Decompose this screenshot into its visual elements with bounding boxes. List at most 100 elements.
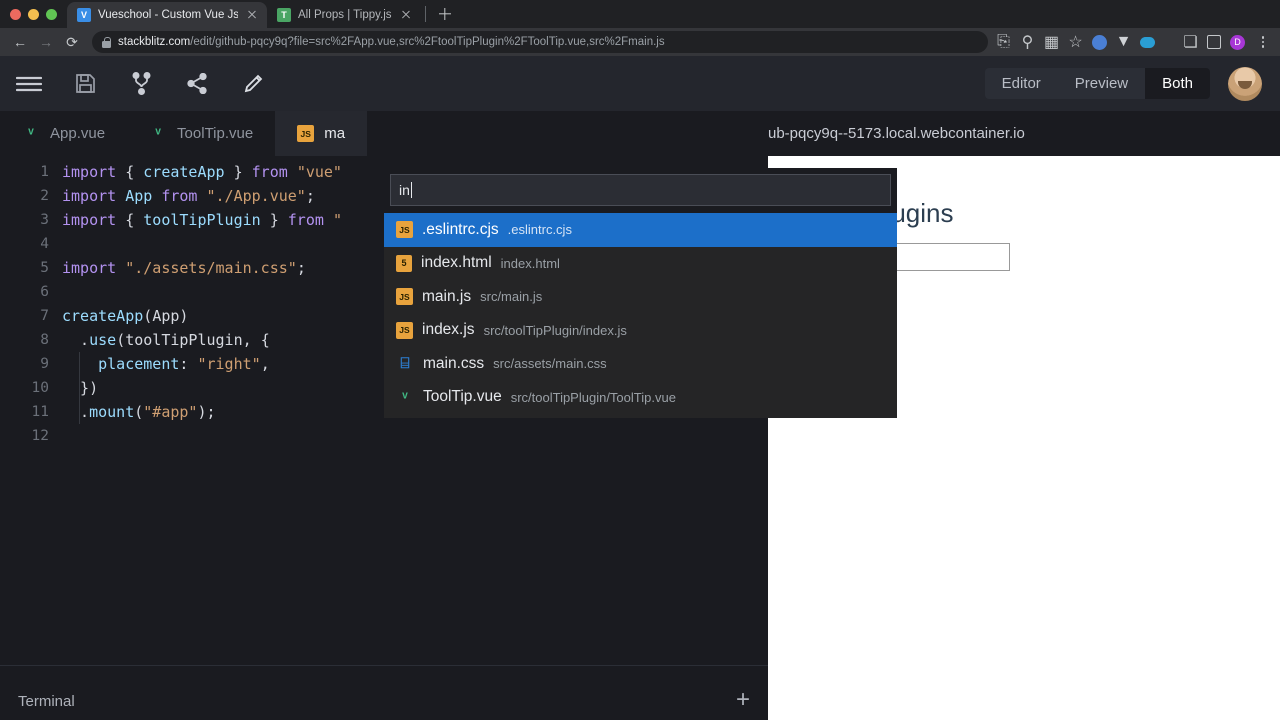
browser-tab-vueschool[interactable]: V Vueschool - Custom Vue Js 3 [67, 2, 267, 28]
avatar[interactable] [1228, 66, 1262, 101]
code-token: from [161, 187, 207, 205]
js-file-icon: JS [297, 125, 315, 142]
file-tab-tooltip-vue[interactable]: ᵛ ToolTip.vue [127, 111, 275, 156]
code-token: from [251, 163, 297, 181]
line-number: 7 [40, 308, 49, 324]
share-icon[interactable] [182, 69, 212, 99]
code-token: placement [98, 355, 180, 373]
browser-menu-icon[interactable] [1254, 36, 1272, 48]
js-file-icon: JS [396, 288, 413, 306]
code-token: "./App.vue" [206, 187, 306, 205]
line-number: 5 [40, 260, 49, 276]
quick-open-result[interactable]: JS .eslintrc.cjs .eslintrc.cjs [384, 213, 897, 247]
save-icon[interactable] [70, 69, 100, 99]
vue-file-icon: ᵛ [402, 388, 408, 406]
quick-open-input[interactable]: in [390, 174, 891, 206]
stackblitz-app: Editor Preview Both ᵛ App.vue ᵛ ToolTip.… [0, 56, 1280, 720]
preview-url: ub-pqcy9q--5173.local.webcontainer.io [768, 125, 1025, 142]
quick-open-results: JS .eslintrc.cjs .eslintrc.cjs 5 index.html i… [384, 213, 897, 418]
code-token: ); [197, 403, 216, 421]
window-traffic-lights [6, 0, 67, 28]
code-token: ; [296, 259, 306, 277]
code-token: ) [179, 307, 189, 325]
code-token: import [62, 259, 126, 277]
code-token: { [125, 163, 144, 181]
close-icon[interactable] [399, 8, 413, 22]
edit-icon[interactable] [238, 69, 268, 99]
vue-file-icon: ᵛ [155, 125, 161, 142]
code-token: createApp [62, 307, 144, 325]
fork-icon[interactable] [126, 69, 156, 99]
reload-icon[interactable]: ⟳ [60, 30, 84, 54]
puzzle-extensions-icon[interactable]: ❏ [1183, 34, 1198, 51]
maximize-window-button[interactable] [46, 8, 57, 20]
quick-open-result-path: src/toolTipPlugin/ToolTip.vue [510, 389, 676, 405]
vueschool-favicon: V [77, 8, 91, 22]
zoom-icon[interactable]: ⚲ [1020, 34, 1035, 51]
extension-vue-icon[interactable]: ▼ [1116, 33, 1132, 50]
browser-actions: ⎘ ⚲ ▦ ☆ ▼ ❏ D [996, 33, 1272, 51]
payment-icon[interactable]: ▦ [1044, 34, 1059, 51]
profile-avatar-icon[interactable]: D [1230, 34, 1245, 50]
line-number: 1 [40, 164, 49, 180]
file-tab-label: App.vue [50, 125, 106, 142]
quick-open-result[interactable]: ᵛ ToolTip.vue src/toolTipPlugin/ToolTip.vu… [384, 381, 897, 415]
tippy-favicon: T [277, 8, 291, 22]
menu-icon[interactable] [14, 69, 44, 99]
code-token: } [260, 211, 288, 229]
address-bar[interactable]: stackblitz.com/edit/github-pqcy9q?file=s… [92, 31, 988, 53]
view-mode-preview[interactable]: Preview [1058, 68, 1145, 99]
code-token: "vue" [296, 163, 342, 181]
browser-tab-tippy[interactable]: T All Props | Tippy.js [267, 2, 421, 28]
forward-icon[interactable]: → [34, 30, 58, 54]
lock-icon [102, 36, 111, 48]
line-number: 12 [31, 428, 49, 444]
install-icon[interactable]: ⎘ [996, 33, 1011, 50]
new-tab-button[interactable] [432, 1, 458, 27]
extension-teal-icon[interactable] [1140, 36, 1155, 48]
code-token: toolTipPlugin [125, 331, 243, 349]
line-number: 2 [40, 188, 49, 204]
line-number: 10 [31, 380, 49, 396]
close-window-button[interactable] [10, 8, 21, 20]
view-mode-editor[interactable]: Editor [985, 68, 1058, 99]
quick-open-result-name: index.html [421, 254, 492, 272]
browser-tabstrip: V Vueschool - Custom Vue Js 3 T All Prop… [0, 0, 1280, 28]
browser-tab-title: All Props | Tippy.js [298, 9, 392, 21]
back-icon[interactable]: ← [8, 30, 32, 54]
preview-url-bar[interactable]: ub-pqcy9q--5173.local.webcontainer.io [768, 111, 1280, 156]
code-token: App [125, 187, 162, 205]
extension-blue-icon[interactable] [1092, 34, 1107, 50]
text-caret [410, 182, 412, 198]
js-file-icon: JS [396, 321, 413, 339]
quick-open-palette: in JS .eslintrc.cjs .eslintrc.cjs 5 index.ht… [384, 168, 897, 418]
add-terminal-button[interactable]: + [736, 672, 750, 714]
quick-open-result[interactable]: ⌸ main.css src/assets/main.css [384, 347, 897, 381]
quick-open-query: in [399, 182, 410, 198]
line-number: 8 [40, 332, 49, 348]
editor-file-tabs: ᵛ App.vue ᵛ ToolTip.vue JS ma [0, 111, 768, 156]
quick-open-result-path: .eslintrc.cjs [507, 222, 572, 238]
stackblitz-toolbar-left [14, 69, 268, 99]
line-number: 11 [31, 404, 49, 420]
code-token: ( [134, 403, 144, 421]
browser-tab-title: Vueschool - Custom Vue Js 3 [98, 9, 238, 21]
sidepanel-icon[interactable] [1207, 35, 1221, 49]
code-token: "#app" [143, 403, 198, 421]
minimize-window-button[interactable] [28, 8, 39, 20]
browser-chrome: V Vueschool - Custom Vue Js 3 T All Prop… [0, 0, 1280, 56]
close-icon[interactable] [245, 8, 259, 22]
stackblitz-toolbar-right: Editor Preview Both [984, 66, 1262, 101]
view-mode-both[interactable]: Both [1145, 68, 1210, 99]
quick-open-result-name: ToolTip.vue [423, 388, 502, 406]
code-token: { [125, 211, 144, 229]
code-token: }) [62, 379, 99, 397]
quick-open-result[interactable]: 5 index.html index.html [384, 247, 897, 281]
quick-open-result[interactable]: JS main.js src/main.js [384, 280, 897, 314]
quick-open-result-name: main.css [423, 354, 485, 372]
terminal-panel-header[interactable]: Terminal + [0, 665, 768, 720]
quick-open-result[interactable]: JS index.js src/toolTipPlugin/index.js [384, 314, 897, 348]
file-tab-main-js[interactable]: JS ma [275, 111, 368, 156]
file-tab-app-vue[interactable]: ᵛ App.vue [0, 111, 127, 156]
bookmark-star-icon[interactable]: ☆ [1068, 34, 1083, 51]
